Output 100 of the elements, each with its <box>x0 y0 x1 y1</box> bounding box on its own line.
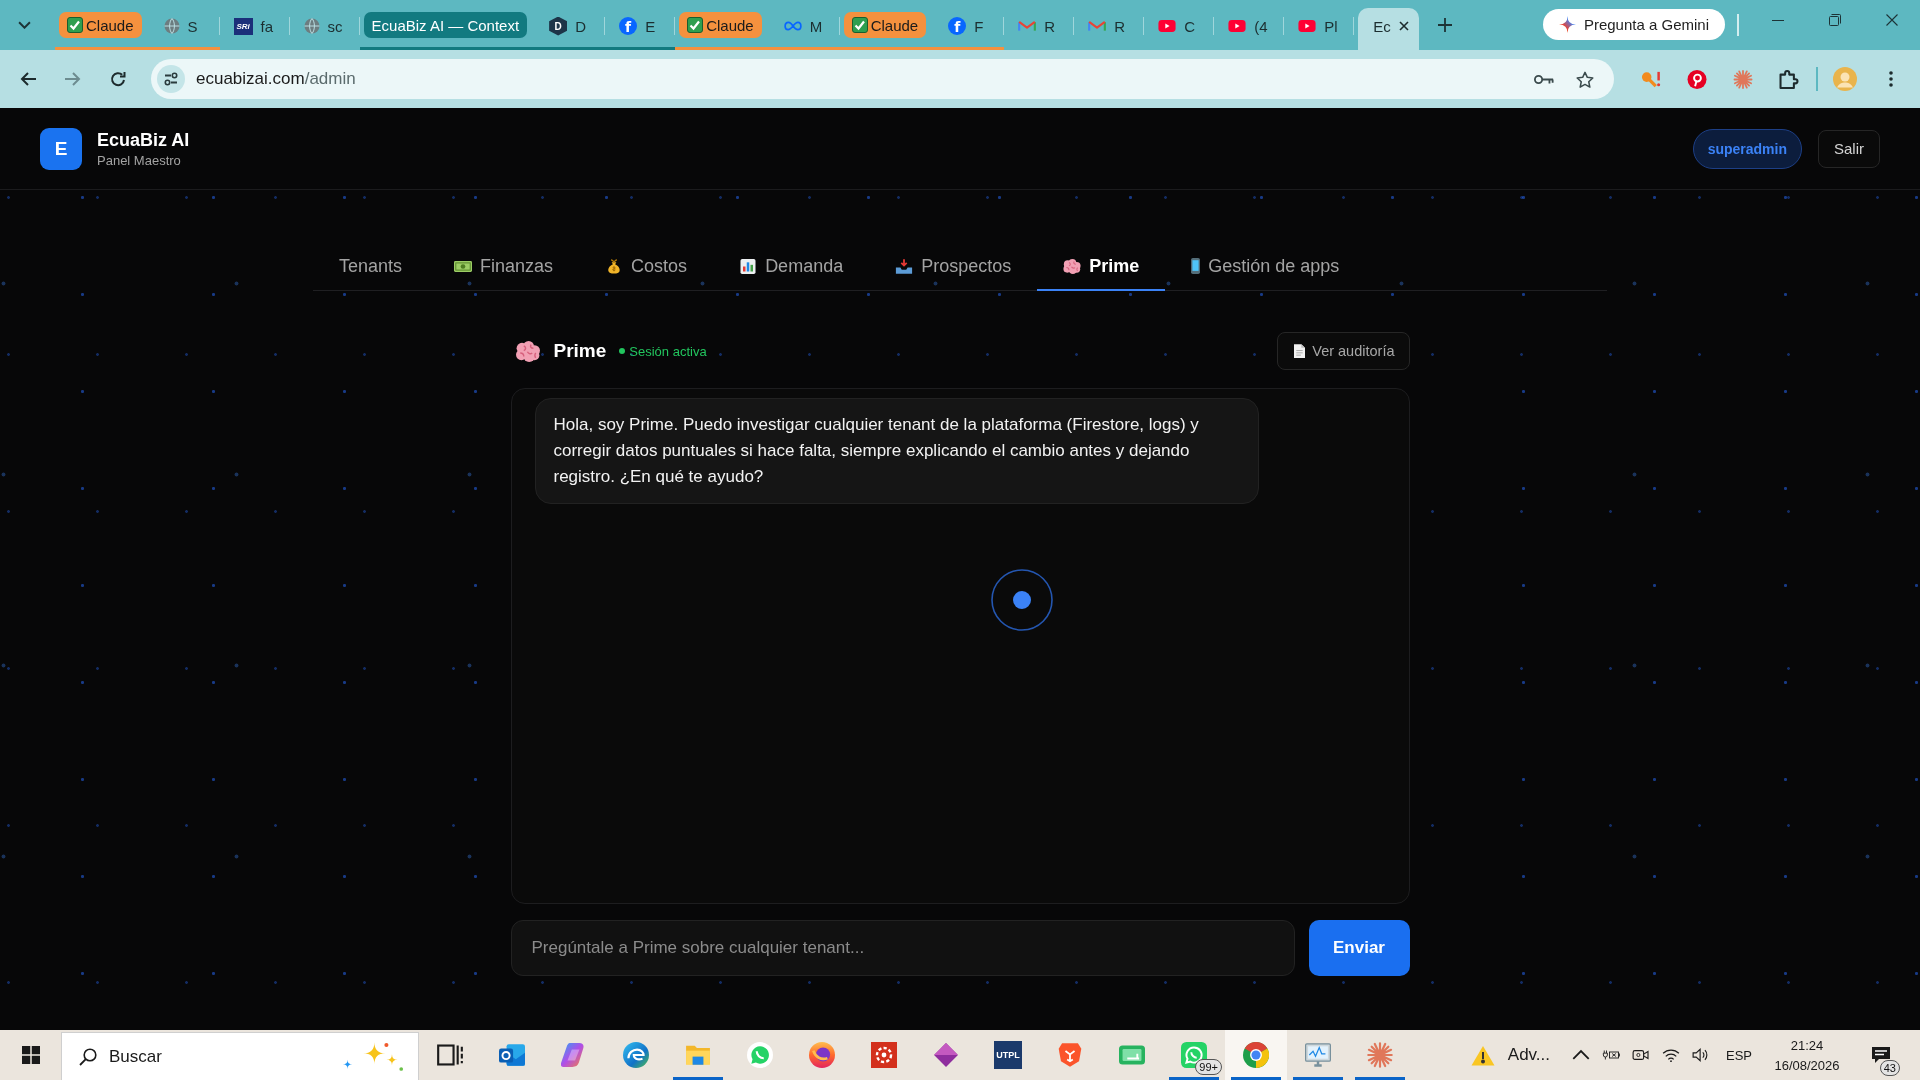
close-icon[interactable] <box>1885 14 1898 26</box>
lion-shield-icon <box>1057 1042 1083 1068</box>
notifications-icon[interactable] <box>1871 1046 1891 1064</box>
logo-badge: SRi <box>233 17 253 35</box>
language-indicator[interactable]: ESP <box>1716 1030 1762 1080</box>
reload-icon[interactable] <box>110 71 126 87</box>
key-alert-icon[interactable] <box>1641 69 1661 89</box>
bar-chart-icon <box>739 258 758 274</box>
nav-tab[interactable]: Prime <box>1037 243 1166 291</box>
envelope-icon <box>1018 20 1037 32</box>
start-icon[interactable] <box>21 1046 40 1064</box>
flame-globe-icon <box>809 1042 835 1068</box>
tab-group-label[interactable]: EcuaBiz AI — Context <box>363 12 528 38</box>
logo-badge: UTPL <box>994 1041 1022 1069</box>
bookmark-star-icon[interactable] <box>1576 70 1594 88</box>
brain-icon <box>515 340 540 362</box>
browser-tab[interactable]: R <box>1004 8 1075 44</box>
password-key-icon[interactable] <box>1534 73 1554 85</box>
chat-bubble-icon <box>747 1042 773 1068</box>
infinity-icon <box>783 20 802 32</box>
url-text: ecuabizai.com/admin <box>196 69 356 89</box>
back-icon[interactable] <box>20 71 36 87</box>
puzzle-icon[interactable] <box>1779 69 1799 89</box>
play-icon <box>1298 20 1317 32</box>
browser-tab[interactable]: M <box>769 8 840 44</box>
volume-icon[interactable] <box>1692 1048 1710 1062</box>
tab-group-label[interactable]: Claude <box>843 12 927 38</box>
search-input[interactable]: Buscar <box>109 1041 342 1072</box>
asterisk-icon <box>1367 1042 1393 1068</box>
site-info-icon[interactable] <box>157 65 185 93</box>
browser-tab[interactable]: C <box>1144 8 1215 44</box>
sparkle-icon <box>1558 16 1576 33</box>
restore-icon[interactable] <box>1828 14 1841 26</box>
message-input[interactable]: Pregúntale a Prime sobre cualquier tenant... <box>510 920 1295 976</box>
minimize-icon[interactable] <box>1771 19 1784 21</box>
banknote-icon <box>454 258 473 274</box>
weather-widget[interactable]: Adv... <box>1468 1030 1560 1080</box>
role-badge: superadmin <box>1692 128 1802 169</box>
play-icon <box>1228 20 1247 32</box>
diamond-icon <box>933 1042 959 1068</box>
menu-icon[interactable] <box>1889 71 1893 87</box>
address-bar[interactable]: ecuabizai.com/admin <box>151 59 1614 99</box>
task-view-icon <box>437 1042 463 1068</box>
nav-tab[interactable]: Gestión de apps <box>1165 243 1366 291</box>
assistant-message: Hola, soy Prime. Puedo investigar cualquier tenant de la plataforma (Firestore, logs) y corregir datos puntuales si hace falta, siempre explicando el cambio antes y dejando registro. ¿En qué te ayudo? <box>534 398 1259 504</box>
nav-tab[interactable]: Tenants <box>313 243 429 291</box>
close-icon[interactable] <box>1398 21 1409 31</box>
brand-subtitle: Panel Maestro <box>97 152 182 168</box>
browser-tab[interactable]: sc <box>289 8 360 44</box>
search-icon <box>79 1047 97 1066</box>
nav-tab[interactable]: Demanda <box>713 243 870 291</box>
camera-icon[interactable] <box>1632 1048 1650 1062</box>
logo-badge: f <box>948 17 967 35</box>
tab-group-label[interactable]: Claude <box>59 12 142 38</box>
monitor-icon <box>1305 1042 1331 1068</box>
brand-name: EcuaBiz AI <box>97 129 190 151</box>
dotted-ring-tile-icon <box>871 1042 897 1068</box>
audit-button[interactable]: Ver auditoría <box>1277 332 1410 370</box>
round-browser-icon <box>1243 1042 1269 1068</box>
pin-circle-icon[interactable] <box>1687 69 1707 89</box>
warning-icon <box>1470 1044 1495 1066</box>
logout-button[interactable]: Salir <box>1818 129 1880 168</box>
clock-time[interactable]: 21:24 <box>1790 1037 1824 1053</box>
wifi-icon[interactable] <box>1662 1048 1680 1062</box>
nav-tab[interactable]: Costos <box>579 243 714 291</box>
brain-icon <box>1063 258 1082 274</box>
taskbar-button[interactable]: 99+ <box>1163 1030 1225 1080</box>
logo-badge: f <box>619 17 638 35</box>
envelope-icon <box>1088 20 1107 32</box>
logo-badge: D <box>549 16 568 36</box>
tab-search-icon[interactable] <box>17 21 31 29</box>
globe-icon <box>163 18 180 34</box>
phone-icon <box>1191 258 1201 274</box>
wave-browser-icon <box>623 1042 649 1068</box>
play-icon <box>1158 20 1177 32</box>
sparkles-icon <box>342 1041 404 1072</box>
search-bar[interactable]: Buscar <box>61 1032 419 1080</box>
browser-tab[interactable]: f F <box>934 8 1005 44</box>
chevron-up-icon[interactable] <box>1572 1048 1590 1062</box>
document-icon <box>1294 344 1306 358</box>
mail-app-icon <box>499 1042 525 1068</box>
browser-tab[interactable]: R <box>1074 8 1145 44</box>
new-tab-icon[interactable] <box>1438 18 1453 32</box>
browser-tab[interactable]: Pl <box>1284 8 1355 44</box>
browser-tab[interactable]: S <box>149 8 220 44</box>
browser-tab[interactable]: f E <box>605 8 676 44</box>
taskbar-button[interactable]: UTPL <box>977 1030 1039 1080</box>
nav-tab[interactable]: Finanzas <box>428 243 580 291</box>
logo-badge: E <box>40 127 82 170</box>
browser-tab[interactable]: (4 <box>1214 8 1285 44</box>
clock-date[interactable]: 16/08/2026 <box>1774 1057 1840 1073</box>
send-button[interactable]: Enviar <box>1308 920 1410 976</box>
notification-count: 43 <box>1879 1060 1900 1076</box>
browser-tab[interactable]: D D <box>535 8 606 44</box>
browser-tab[interactable]: SRi fa <box>219 8 290 44</box>
battery-icon[interactable] <box>1602 1048 1620 1062</box>
ask-gemini-button[interactable]: Pregunta a Gemini <box>1542 9 1725 40</box>
browser-tab[interactable]: Ec <box>1358 8 1420 50</box>
nav-tab[interactable]: Prospectos <box>869 243 1038 291</box>
tab-group-label[interactable]: Claude <box>679 12 762 38</box>
